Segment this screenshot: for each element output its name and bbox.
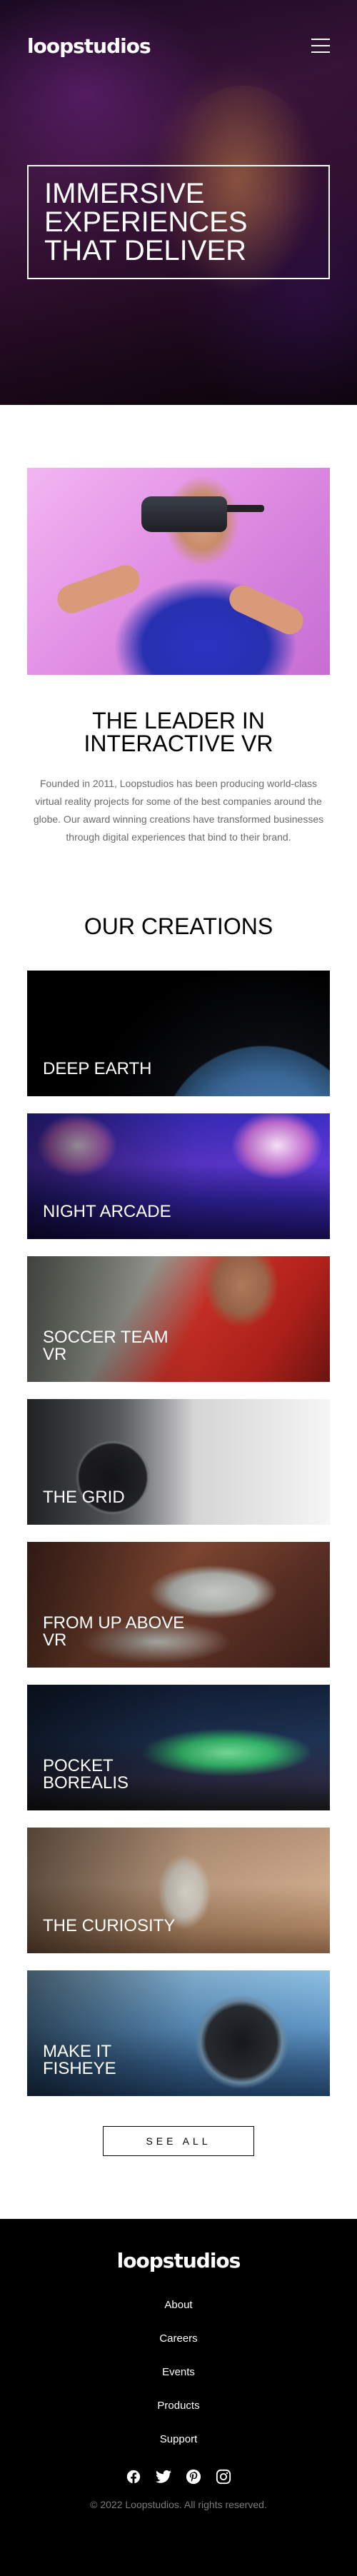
- hamburger-line: [311, 39, 330, 40]
- hamburger-menu-icon[interactable]: [311, 39, 330, 53]
- see-all-button[interactable]: SEE ALL: [103, 2126, 254, 2156]
- creation-card-the-grid[interactable]: THE GRID: [27, 1399, 330, 1525]
- creation-card-make-it-fisheye[interactable]: MAKE IT FISHEYE: [27, 1970, 330, 2096]
- creation-title: FROM UP ABOVE VR: [43, 1613, 185, 1650]
- footer-logo[interactable]: loopstudios: [117, 2249, 241, 2272]
- hamburger-line: [311, 51, 330, 53]
- creations-heading: OUR CREATIONS: [84, 913, 273, 939]
- creation-card-soccer-team-vr[interactable]: SOCCER TEAM VR: [27, 1256, 330, 1382]
- footer-nav: About Careers Events Products Support: [0, 2300, 357, 2445]
- arm-shape: [53, 561, 144, 618]
- creation-title: POCKET BOREALIS: [43, 1756, 129, 1793]
- hero-section: loopstudios IMMERSIVE EXPERIENCES THAT D…: [0, 0, 357, 405]
- hamburger-line: [311, 45, 330, 46]
- intro-section: THE LEADER IN INTERACTIVE VR Founded in …: [0, 405, 357, 846]
- creation-title: SOCCER TEAM VR: [43, 1328, 169, 1364]
- instagram-icon[interactable]: [214, 2467, 233, 2486]
- creation-card-pocket-borealis[interactable]: POCKET BOREALIS: [27, 1685, 330, 1810]
- creation-card-deep-earth[interactable]: DEEP EARTH: [27, 971, 330, 1096]
- see-all-wrapper: SEE ALL: [27, 2113, 330, 2219]
- pinterest-icon[interactable]: [184, 2467, 203, 2486]
- logo[interactable]: loopstudios: [27, 34, 151, 58]
- creation-title: MAKE IT FISHEYE: [43, 2042, 116, 2078]
- facebook-icon[interactable]: [124, 2467, 143, 2486]
- footer-link-products[interactable]: Products: [0, 2400, 357, 2411]
- creation-card-the-curiosity[interactable]: THE CURIOSITY: [27, 1828, 330, 1953]
- creation-title: NIGHT ARCADE: [43, 1202, 171, 1221]
- site-header: loopstudios: [0, 0, 357, 91]
- hero-headline: IMMERSIVE EXPERIENCES THAT DELIVER: [27, 165, 330, 279]
- vr-headset-shape: [141, 496, 227, 532]
- footer-link-events[interactable]: Events: [0, 2367, 357, 2377]
- creations-section: OUR CREATIONS DEEP EARTH NIGHT ARCADE SO…: [0, 846, 357, 2219]
- creation-title: DEEP EARTH: [43, 1059, 152, 1078]
- creation-title: THE GRID: [43, 1488, 125, 1507]
- vr-man-image: [27, 468, 330, 675]
- site-footer: loopstudios About Careers Events Product…: [0, 2219, 357, 2576]
- twitter-icon[interactable]: [154, 2467, 173, 2486]
- intro-body: Founded in 2011, Loopstudios has been pr…: [33, 778, 324, 843]
- footer-link-about[interactable]: About: [0, 2300, 357, 2310]
- footer-link-careers[interactable]: Careers: [0, 2333, 357, 2344]
- vr-strap-shape: [221, 505, 264, 512]
- creation-title: THE CURIOSITY: [43, 1916, 176, 1935]
- arm-shape: [225, 581, 308, 639]
- creation-card-night-arcade[interactable]: NIGHT ARCADE: [27, 1113, 330, 1239]
- intro-heading: THE LEADER IN INTERACTIVE VR: [84, 708, 273, 756]
- social-links: [0, 2467, 357, 2486]
- creation-card-from-up-above-vr[interactable]: FROM UP ABOVE VR: [27, 1542, 330, 1668]
- copyright-text: © 2022 Loopstudios. All rights reserved.: [90, 2499, 267, 2510]
- footer-link-support[interactable]: Support: [0, 2434, 357, 2445]
